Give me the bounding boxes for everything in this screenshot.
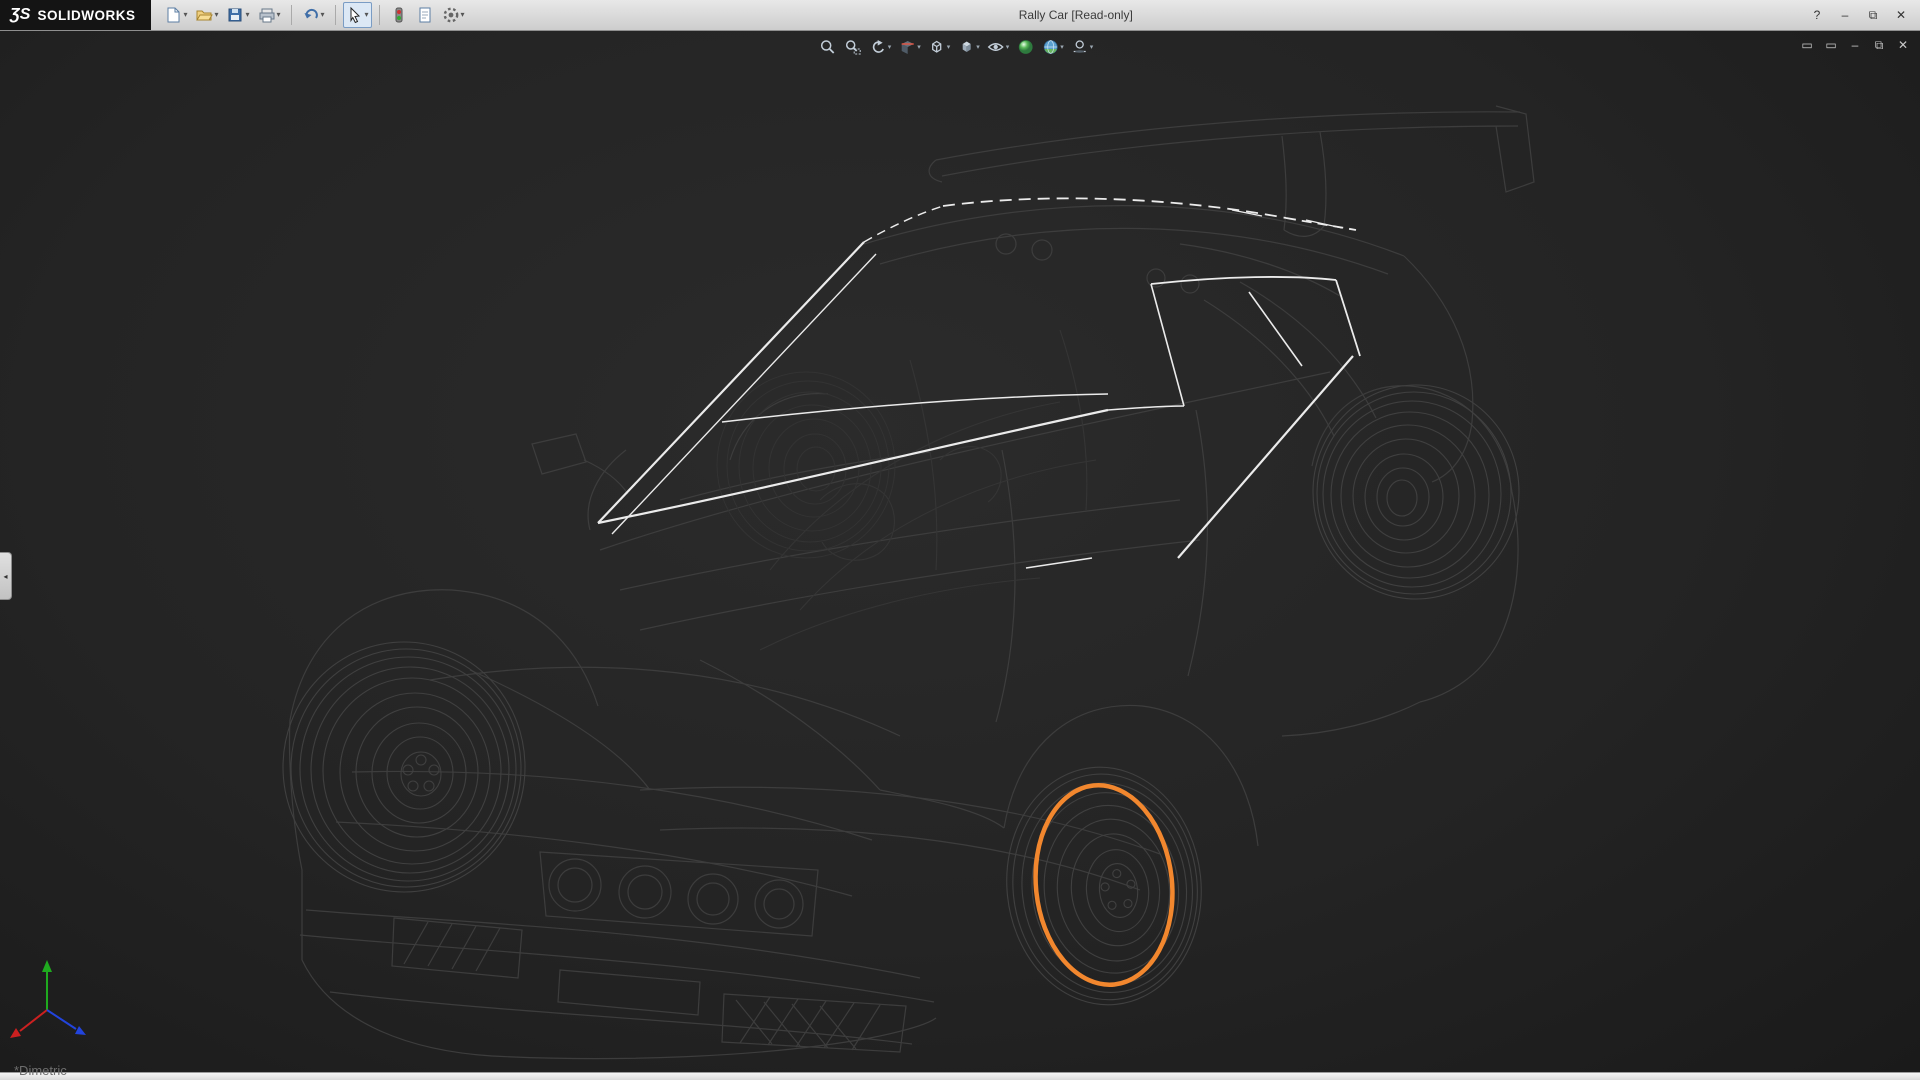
previous-view-icon xyxy=(869,38,887,56)
caret-icon: ▾ xyxy=(277,11,281,19)
child-minimize-button[interactable]: – xyxy=(1846,36,1864,54)
brand-name: SOLIDWORKS xyxy=(37,8,135,23)
caret-icon: ▾ xyxy=(888,44,892,51)
featuremanager-collapse-tab[interactable]: ◂ xyxy=(0,552,12,600)
caret-icon: ▾ xyxy=(1090,44,1094,51)
view-orientation-button[interactable]: ▾ xyxy=(926,36,953,58)
view-settings-button[interactable]: ▾ xyxy=(1069,36,1096,58)
caret-icon: ▾ xyxy=(947,44,951,51)
wireframe-car-canvas[interactable] xyxy=(0,30,1920,1080)
undo-button[interactable]: ▾ xyxy=(299,2,328,28)
window-title: Rally Car [Read-only] xyxy=(408,8,1744,22)
caret-icon: ▾ xyxy=(214,11,218,19)
wheel-rear-right xyxy=(1313,385,1519,599)
appearance-ball-icon xyxy=(1016,38,1034,56)
undo-icon xyxy=(302,6,320,24)
hide-show-items-button[interactable]: ▾ xyxy=(985,36,1012,58)
caret-icon: ▾ xyxy=(1060,44,1064,51)
child-restore-button[interactable]: ⧉ xyxy=(1870,36,1888,54)
caret-icon: ▾ xyxy=(365,11,369,19)
previous-view-button[interactable]: ▾ xyxy=(867,36,894,58)
zoom-to-area-icon xyxy=(844,38,862,56)
section-view-button[interactable]: ▾ xyxy=(896,36,923,58)
titlebar: ƷS SOLIDWORKS ▾ ▾ xyxy=(0,0,1920,31)
rebuild-traffic-light-icon xyxy=(390,6,408,24)
apply-scene-globe-icon xyxy=(1041,38,1059,56)
graphics-viewport[interactable]: ▾ ▾ ▾ xyxy=(0,30,1920,1080)
help-button[interactable]: ? xyxy=(1804,5,1830,25)
orientation-triad xyxy=(10,960,86,1038)
save-button[interactable]: ▾ xyxy=(223,2,252,28)
status-bar xyxy=(0,1072,1920,1080)
maximize-button[interactable]: ⧉ xyxy=(1860,5,1886,25)
caret-icon: ▾ xyxy=(1006,44,1010,51)
display-style-button[interactable]: ▾ xyxy=(955,36,982,58)
solidworks-logo: ƷS SOLIDWORKS xyxy=(0,0,151,30)
solidworks-window: ƷS SOLIDWORKS ▾ ▾ xyxy=(0,0,1920,1080)
window-controls: ? – ⧉ ✕ xyxy=(1804,5,1914,25)
caret-icon: ▾ xyxy=(321,11,325,19)
zoom-to-area-button[interactable] xyxy=(842,36,864,58)
new-document-icon xyxy=(164,6,182,24)
child-close-button[interactable]: ✕ xyxy=(1894,36,1912,54)
toolbar-separator xyxy=(291,5,292,25)
open-folder-icon xyxy=(195,6,213,24)
window-pane-icon[interactable]: ▭ xyxy=(1822,36,1840,54)
caret-icon: ▾ xyxy=(917,44,921,51)
open-button[interactable]: ▾ xyxy=(192,2,221,28)
view-orientation-cube-icon xyxy=(928,38,946,56)
highlighted-edges xyxy=(598,198,1360,568)
apply-scene-button[interactable]: ▾ xyxy=(1039,36,1066,58)
select-button[interactable]: ▾ xyxy=(343,2,372,28)
new-document-button[interactable]: ▾ xyxy=(161,2,190,28)
view-settings-icon xyxy=(1071,38,1089,56)
caret-icon: ▾ xyxy=(245,11,249,19)
document-window-controls: ▭ ▭ – ⧉ ✕ xyxy=(1798,36,1912,54)
zoom-to-fit-icon xyxy=(819,38,837,56)
edit-appearance-button[interactable] xyxy=(1014,36,1036,58)
minimize-button[interactable]: – xyxy=(1832,5,1858,25)
save-icon xyxy=(226,6,244,24)
caret-icon: ▾ xyxy=(183,11,187,19)
toolbar-separator xyxy=(379,5,380,25)
close-button[interactable]: ✕ xyxy=(1888,5,1914,25)
wheel-front-right xyxy=(995,758,1213,1015)
wheel-front-left xyxy=(283,642,525,892)
toolbar-separator xyxy=(335,5,336,25)
car-body xyxy=(290,106,1535,1059)
display-style-icon xyxy=(957,38,975,56)
select-cursor-icon xyxy=(346,6,364,24)
print-button[interactable]: ▾ xyxy=(255,2,284,28)
orientation-label: *Dimetric xyxy=(14,1063,67,1078)
heads-up-view-toolbar: ▾ ▾ ▾ xyxy=(817,36,1096,58)
window-pane-icon[interactable]: ▭ xyxy=(1798,36,1816,54)
zoom-to-fit-button[interactable] xyxy=(817,36,839,58)
section-view-icon xyxy=(898,38,916,56)
dassault-logo-icon: ƷS xyxy=(10,6,30,24)
print-icon xyxy=(258,6,276,24)
eye-icon xyxy=(987,38,1005,56)
caret-icon: ▾ xyxy=(976,44,980,51)
